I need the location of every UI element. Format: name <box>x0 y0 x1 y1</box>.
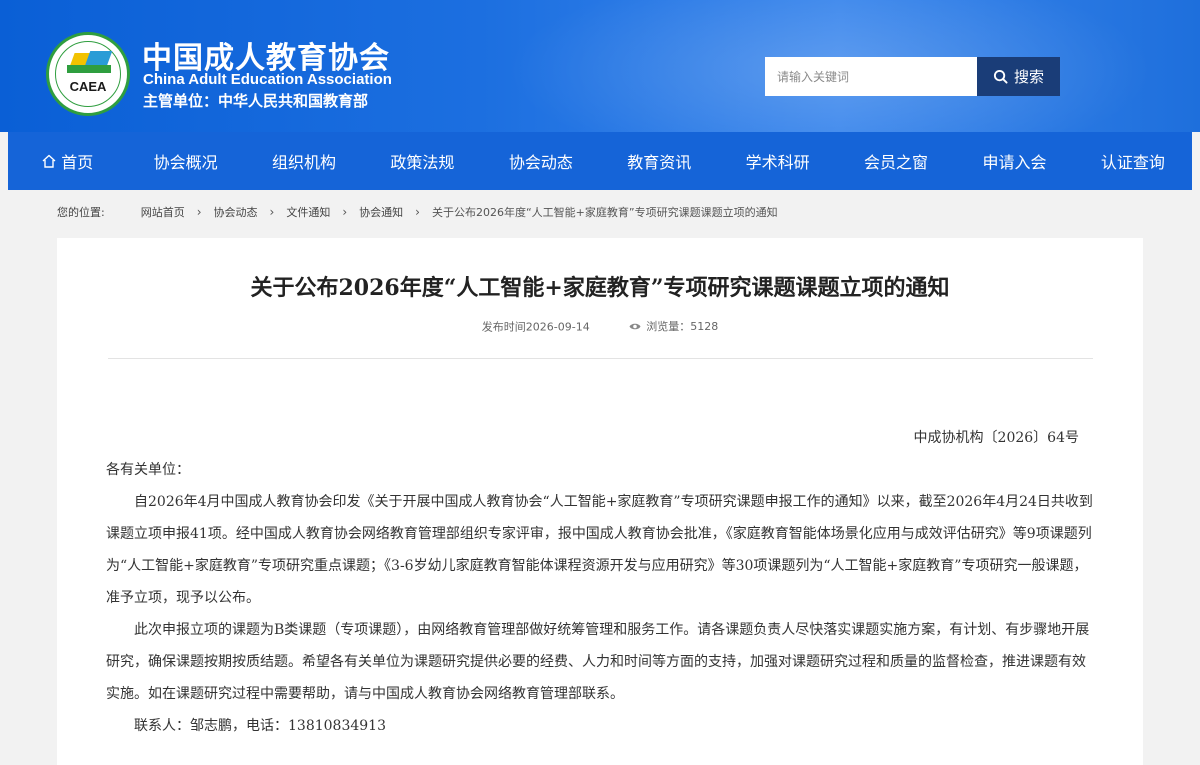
nav-item-news[interactable]: 协会动态 <box>482 132 600 190</box>
breadcrumb: 您的位置: 网站首页 › 协会动态 › 文件通知 › 协会通知 › 关于公布20… <box>57 204 778 220</box>
search-button-label: 搜索 <box>1013 68 1044 86</box>
article-meta: 发布时间2026-09-14 浏览量：5128 <box>57 318 1143 335</box>
nav-item-label: 申请入会 <box>982 153 1047 172</box>
nav-item-label: 政策法规 <box>390 153 455 172</box>
nav-item-members[interactable]: 会员之窗 <box>837 132 955 190</box>
nav-item-label: 首页 <box>61 153 94 172</box>
view-count: 浏览量：5128 <box>629 318 718 334</box>
view-count-text: 浏览量：5128 <box>646 320 719 333</box>
nav-item-organization[interactable]: 组织机构 <box>245 132 363 190</box>
logo-shape-green <box>67 65 111 73</box>
nav-item-research[interactable]: 学术科研 <box>718 132 836 190</box>
nav-item-label: 会员之窗 <box>864 153 929 172</box>
nav-item-overview[interactable]: 协会概况 <box>126 132 244 190</box>
search-button[interactable]: 搜索 <box>977 57 1060 96</box>
document-number: 中成协机构〔2026〕64号 <box>913 430 1079 446</box>
site-subtitle: 主管单位：中华人民共和国教育部 <box>143 92 369 110</box>
nav-item-label: 认证查询 <box>1100 153 1165 172</box>
chevron-right-icon: › <box>415 205 420 219</box>
paragraph: 此次申报立项的课题为B类课题（专项课题），由网络教育管理部做好统筹管理和服务工作… <box>106 622 1090 702</box>
nav-item-home[interactable]: 首页 <box>8 132 126 190</box>
article-body: 各有关单位： 自2026年4月中国成人教育协会印发《关于开展中国成人教育协会“人… <box>106 454 1097 742</box>
publish-time: 发布时间2026-09-14 <box>481 320 590 334</box>
nav-item-policies[interactable]: 政策法规 <box>363 132 481 190</box>
search-input[interactable] <box>765 57 977 96</box>
home-icon <box>42 154 56 168</box>
site-title-en: China Adult Education Association <box>143 71 392 88</box>
nav-item-label: 协会动态 <box>508 153 573 172</box>
breadcrumb-current: 关于公布2026年度“人工智能+家庭教育”专项研究课题课题立项的通知 <box>431 206 778 219</box>
chevron-right-icon: › <box>196 205 202 219</box>
search-icon <box>993 69 1008 84</box>
nav-item-label: 组织机构 <box>272 153 337 172</box>
contact-line: 联系人：邹志鹏，电话：13810834913 <box>134 718 386 734</box>
article-divider <box>108 358 1093 359</box>
main-nav: 首页 协会概况 组织机构 政策法规 协会动态 教育资讯 学术科研 会员之窗 申请… <box>8 132 1192 190</box>
nav-item-label: 学术科研 <box>745 153 810 172</box>
nav-item-label: 协会概况 <box>153 153 218 172</box>
article-title: 关于公布2026年度“人工智能+家庭教育”专项研究课题课题立项的通知 <box>250 275 950 301</box>
breadcrumb-label: 您的位置: <box>57 206 105 219</box>
nav-item-label: 教育资讯 <box>627 153 692 172</box>
salutation: 各有关单位： <box>106 462 190 478</box>
paragraph: 自2026年4月中国成人教育协会印发《关于开展中国成人教育协会“人工智能+家庭教… <box>106 494 1093 606</box>
nav-item-join[interactable]: 申请入会 <box>955 132 1073 190</box>
caea-logo[interactable]: CAEA <box>46 32 130 116</box>
chevron-right-icon: › <box>269 205 275 219</box>
eye-icon <box>629 323 641 329</box>
site-header: CAEA 中国成人教育协会 China Adult Education Asso… <box>0 0 1200 132</box>
logo-text: CAEA <box>69 79 107 94</box>
breadcrumb-link-home[interactable]: 网站首页 <box>141 204 185 220</box>
breadcrumb-link-notices[interactable]: 文件通知 <box>286 204 330 220</box>
breadcrumb-link-news[interactable]: 协会动态 <box>214 204 258 220</box>
nav-item-education-info[interactable]: 教育资讯 <box>600 132 718 190</box>
nav-item-certification[interactable]: 认证查询 <box>1074 132 1192 190</box>
article-panel: 关于公布2026年度“人工智能+家庭教育”专项研究课题课题立项的通知 发布时间2… <box>57 238 1143 765</box>
chevron-right-icon: › <box>342 205 348 219</box>
breadcrumb-link-association-notices[interactable]: 协会通知 <box>359 204 403 220</box>
